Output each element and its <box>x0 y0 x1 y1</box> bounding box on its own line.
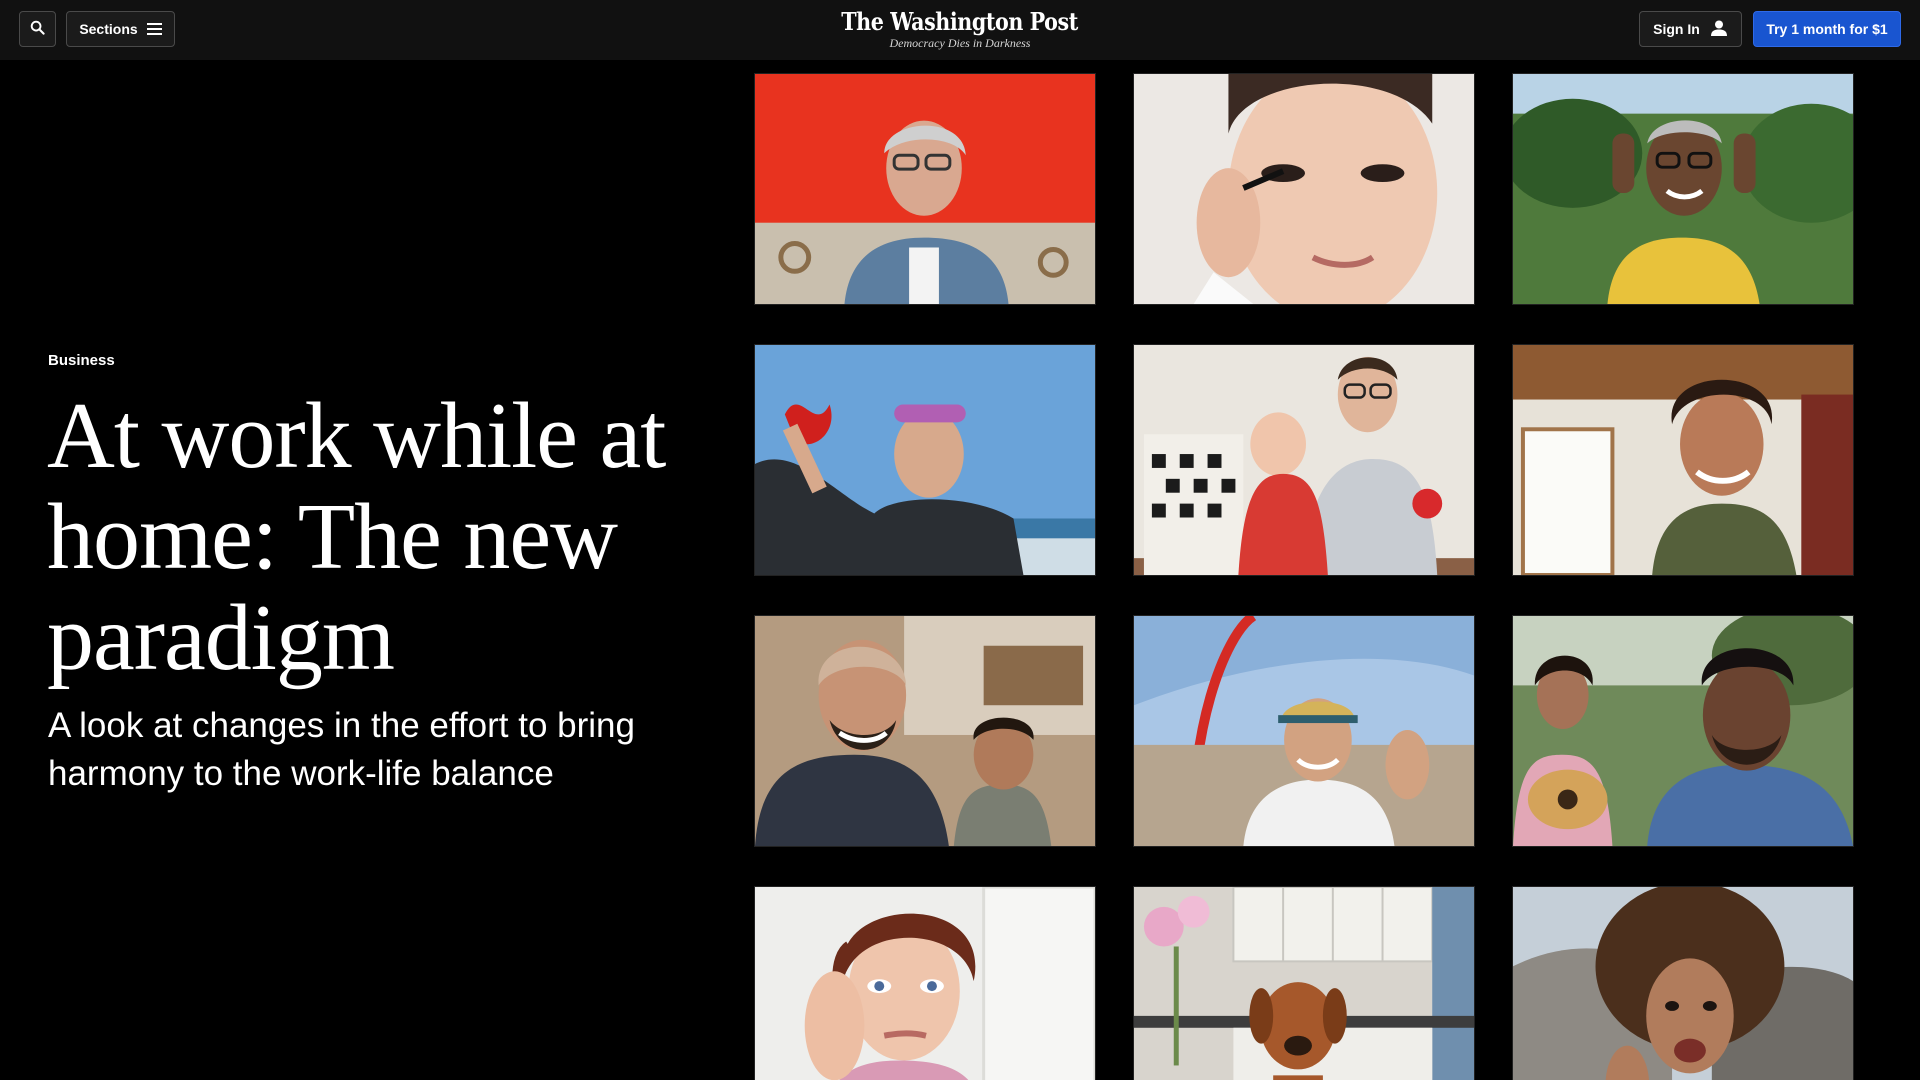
sign-in-button[interactable]: Sign In <box>1639 11 1742 47</box>
user-icon <box>1710 19 1728 40</box>
top-navigation-bar: Sections The Washington Post Democracy D… <box>0 0 1920 60</box>
search-icon <box>30 20 45 38</box>
story-subheadline: A look at changes in the effort to bring… <box>48 706 635 793</box>
photo-dog-in-kitchen <box>1133 886 1475 1080</box>
photo-man-with-child-in-kitchen <box>754 615 1096 847</box>
site-tagline: Democracy Dies in Darkness <box>889 36 1031 50</box>
photo-swimmer-with-goggles-at-beach <box>754 344 1096 576</box>
photo-woman-with-glasses-red-wall <box>754 73 1096 305</box>
photo-woman-glasses-yellow-shirt-outdoors <box>1512 73 1854 305</box>
sections-label: Sections <box>79 21 138 37</box>
photo-man-and-girl-with-guitar <box>1512 615 1854 847</box>
video-call-photo-grid <box>754 73 1854 1080</box>
sections-menu-button[interactable]: Sections <box>66 11 175 47</box>
photo-smiling-woman-at-home <box>1512 344 1854 576</box>
photo-woman-with-curly-hair-outdoors <box>1512 886 1854 1080</box>
photo-woman-hand-on-cheek <box>754 886 1096 1080</box>
page-title: At work while at home: The new paradigm <box>47 384 666 690</box>
hamburger-menu-icon <box>146 23 162 35</box>
sign-in-label: Sign In <box>1653 21 1700 37</box>
subscribe-button[interactable]: Try 1 month for $1 <box>1753 11 1901 47</box>
photo-man-with-baby <box>1133 344 1475 576</box>
photo-man-in-tent <box>1133 615 1475 847</box>
photo-woman-applying-mascara <box>1133 73 1475 305</box>
search-button[interactable] <box>19 11 56 47</box>
section-label[interactable]: Business <box>48 352 115 369</box>
site-logo[interactable]: The Washington Post <box>842 9 1079 35</box>
masthead[interactable]: The Washington Post Democracy Dies in Da… <box>760 9 1160 51</box>
